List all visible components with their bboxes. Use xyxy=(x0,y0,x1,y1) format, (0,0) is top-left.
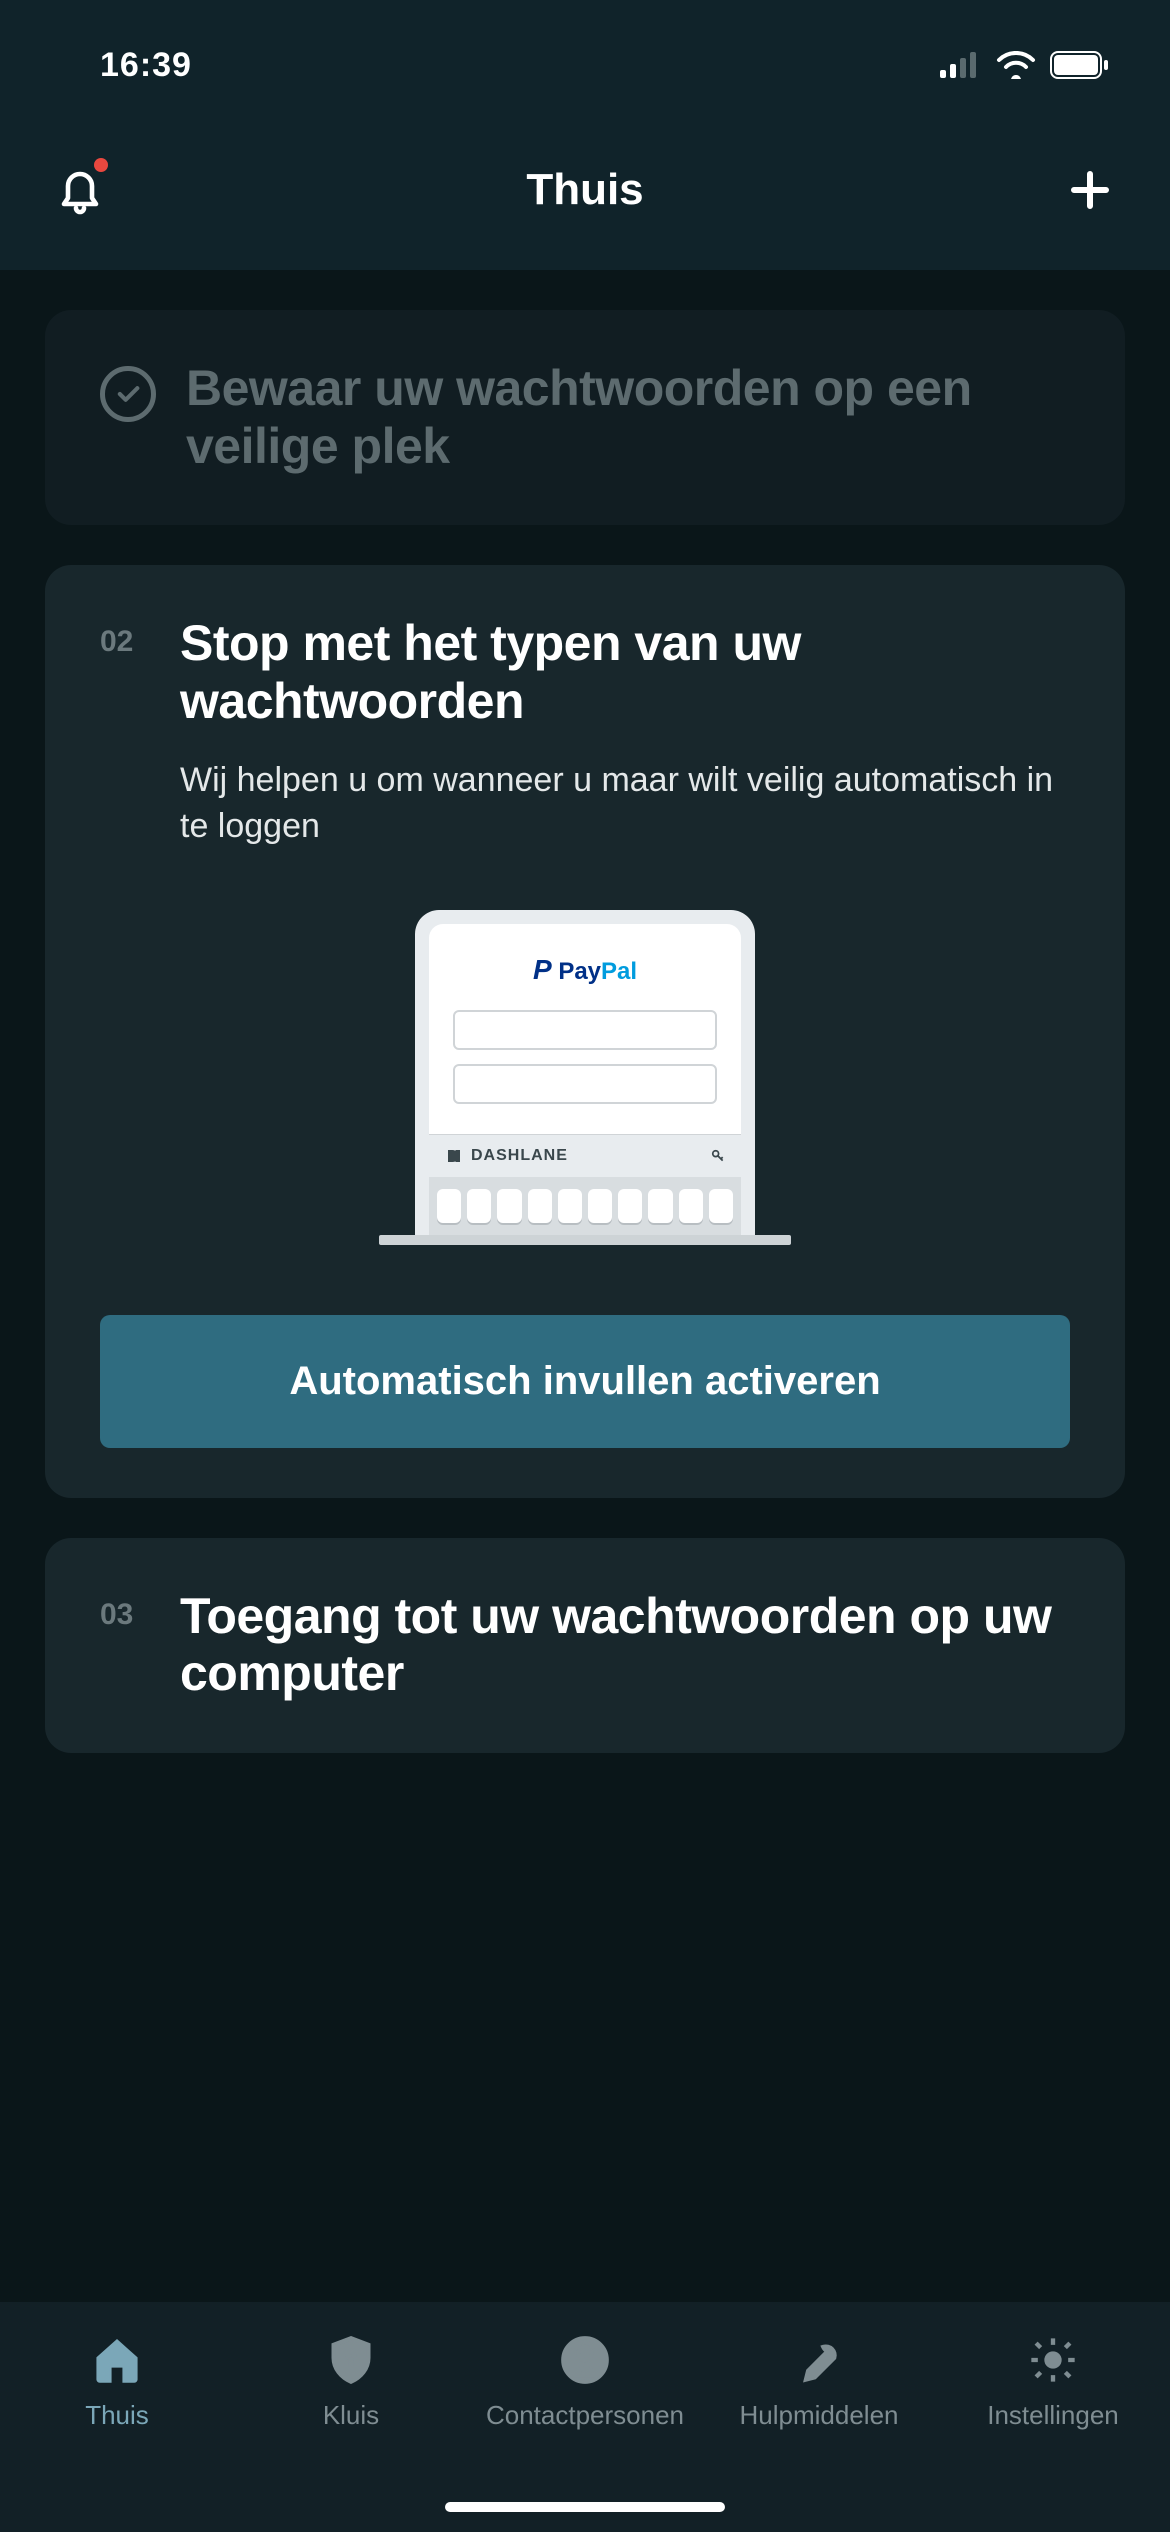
battery-icon xyxy=(1050,51,1110,79)
gear-icon xyxy=(1027,2334,1079,2386)
tab-contacts[interactable]: Contactpersonen xyxy=(468,2332,702,2431)
status-time: 16:39 xyxy=(100,46,192,85)
keyboard-icon xyxy=(429,1177,741,1235)
completed-title: Bewaar uw wachtwoorden op een veilige pl… xyxy=(186,360,1070,475)
tab-label: Instellingen xyxy=(987,2400,1119,2431)
tab-settings[interactable]: Instellingen xyxy=(936,2332,1170,2431)
activate-autofill-button[interactable]: Automatisch invullen activeren xyxy=(100,1315,1070,1448)
plus-icon xyxy=(1066,166,1114,214)
step2-subtitle: Wij helpen u om wanneer u maar wilt veil… xyxy=(180,758,1070,850)
mock-input xyxy=(453,1010,717,1050)
paypal-logo-icon: P PayPal xyxy=(453,954,717,986)
notifications-button[interactable] xyxy=(50,160,110,220)
tab-home[interactable]: Thuis xyxy=(0,2332,234,2431)
key-icon xyxy=(711,1148,725,1164)
step-card-completed[interactable]: Bewaar uw wachtwoorden op een veilige pl… xyxy=(45,310,1125,525)
step2-title: Stop met het typen van uw wachtwoorden xyxy=(180,615,1070,730)
tab-label: Kluis xyxy=(323,2400,379,2431)
add-button[interactable] xyxy=(1060,160,1120,220)
notification-dot-icon xyxy=(94,158,108,172)
bell-icon xyxy=(56,164,104,216)
autofill-illustration: P PayPal DASHLANE xyxy=(100,910,1070,1245)
step-number: 03 xyxy=(100,1598,150,1632)
contacts-icon xyxy=(559,2334,611,2386)
tab-label: Contactpersonen xyxy=(486,2400,684,2431)
home-icon xyxy=(91,2334,143,2386)
tab-tools[interactable]: Hulpmiddelen xyxy=(702,2332,936,2431)
page-title: Thuis xyxy=(110,165,1060,215)
status-icons xyxy=(940,51,1110,79)
step-card-3[interactable]: 03 Toegang tot uw wachtwoorden op uw com… xyxy=(45,1538,1125,1753)
status-bar: 16:39 xyxy=(0,0,1170,110)
step-card-2: 02 Stop met het typen van uw wachtwoorde… xyxy=(45,565,1125,1498)
shield-icon xyxy=(325,2334,377,2386)
tab-label: Hulpmiddelen xyxy=(740,2400,899,2431)
dashlane-label: DASHLANE xyxy=(445,1147,568,1165)
tab-label: Thuis xyxy=(85,2400,149,2431)
wifi-icon xyxy=(996,51,1036,79)
tab-bar: Thuis Kluis Contactpersonen Hulpmiddelen… xyxy=(0,2302,1170,2532)
step-number: 02 xyxy=(100,625,150,659)
wrench-icon xyxy=(793,2334,845,2386)
cellular-icon xyxy=(940,52,982,78)
check-circle-icon xyxy=(100,366,156,422)
step3-title: Toegang tot uw wachtwoorden op uw comput… xyxy=(180,1588,1070,1703)
app-header: Thuis xyxy=(0,110,1170,270)
content: Bewaar uw wachtwoorden op een veilige pl… xyxy=(0,270,1170,1753)
tab-vault[interactable]: Kluis xyxy=(234,2332,468,2431)
home-indicator[interactable] xyxy=(445,2502,725,2512)
mock-input xyxy=(453,1064,717,1104)
